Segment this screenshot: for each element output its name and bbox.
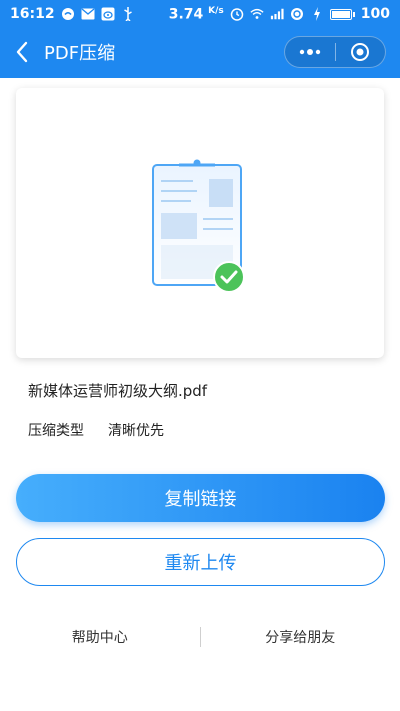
- header: 16:12 3.74 K/s 100 PDF压缩: [0, 0, 400, 78]
- status-time: 16:12: [10, 6, 55, 22]
- help-center-link[interactable]: 帮助中心: [0, 627, 200, 647]
- app-notification-icon: [61, 7, 75, 21]
- share-to-friend-link[interactable]: 分享给朋友: [201, 627, 400, 647]
- sync-icon: [290, 7, 304, 21]
- reupload-button[interactable]: 重新上传: [16, 538, 385, 586]
- weibo-icon: [101, 7, 115, 21]
- page-title: PDF压缩: [44, 43, 116, 64]
- footer-links: 帮助中心 分享给朋友: [0, 622, 400, 652]
- file-name: 新媒体运营师初级大纲.pdf: [28, 382, 208, 400]
- mail-icon: [81, 7, 95, 21]
- usb-icon: [121, 7, 135, 21]
- battery-level: 100: [360, 6, 390, 22]
- copy-link-button[interactable]: 复制链接: [16, 474, 385, 522]
- compress-type-label: 压缩类型: [28, 423, 84, 439]
- close-miniprogram-button[interactable]: [336, 37, 386, 67]
- wifi-icon: [250, 7, 264, 21]
- nav-bar: PDF压缩: [0, 30, 400, 74]
- network-speed: 3.74 K/s: [168, 5, 224, 23]
- alarm-icon: [230, 7, 244, 21]
- document-success-icon: [152, 159, 245, 293]
- charging-icon: [310, 7, 324, 21]
- target-icon: [351, 43, 370, 61]
- preview-card: [16, 88, 384, 358]
- miniprogram-capsule: [284, 36, 386, 68]
- more-button[interactable]: [285, 37, 335, 67]
- signal-icon: [270, 7, 284, 21]
- status-bar: 16:12 3.74 K/s 100: [0, 0, 400, 28]
- chevron-left-icon: [16, 41, 28, 63]
- back-button[interactable]: [4, 30, 40, 74]
- battery-icon: [329, 8, 355, 20]
- compress-type-value: 清晰优先: [108, 423, 164, 439]
- more-icon: [299, 49, 320, 55]
- compress-type-row: 压缩类型 清晰优先: [28, 420, 164, 440]
